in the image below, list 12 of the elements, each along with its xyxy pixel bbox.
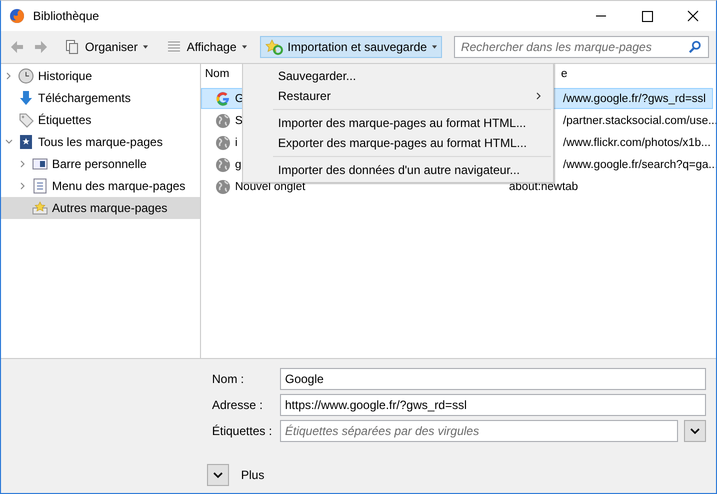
field-label: Adresse :	[212, 398, 264, 412]
field-label: Étiquettes :	[212, 424, 274, 438]
bookmark-name: S	[235, 114, 243, 126]
bookmark-address: about:newtab	[509, 180, 578, 192]
bookmark-address: /www.google.fr/search?q=ga...	[563, 158, 716, 170]
bookmark-name: g	[235, 158, 242, 170]
bookmark-address: /www.google.fr/?gws_rd=ssl	[563, 92, 706, 104]
bookmark-address: /www.flickr.com/photos/x1b...	[563, 136, 711, 148]
field-label: Nom :	[212, 372, 246, 386]
bookmark-name: i	[235, 136, 238, 148]
window-title: Bibliothèque	[33, 9, 100, 23]
bookmark-name: Nouvel onglet	[235, 180, 306, 192]
